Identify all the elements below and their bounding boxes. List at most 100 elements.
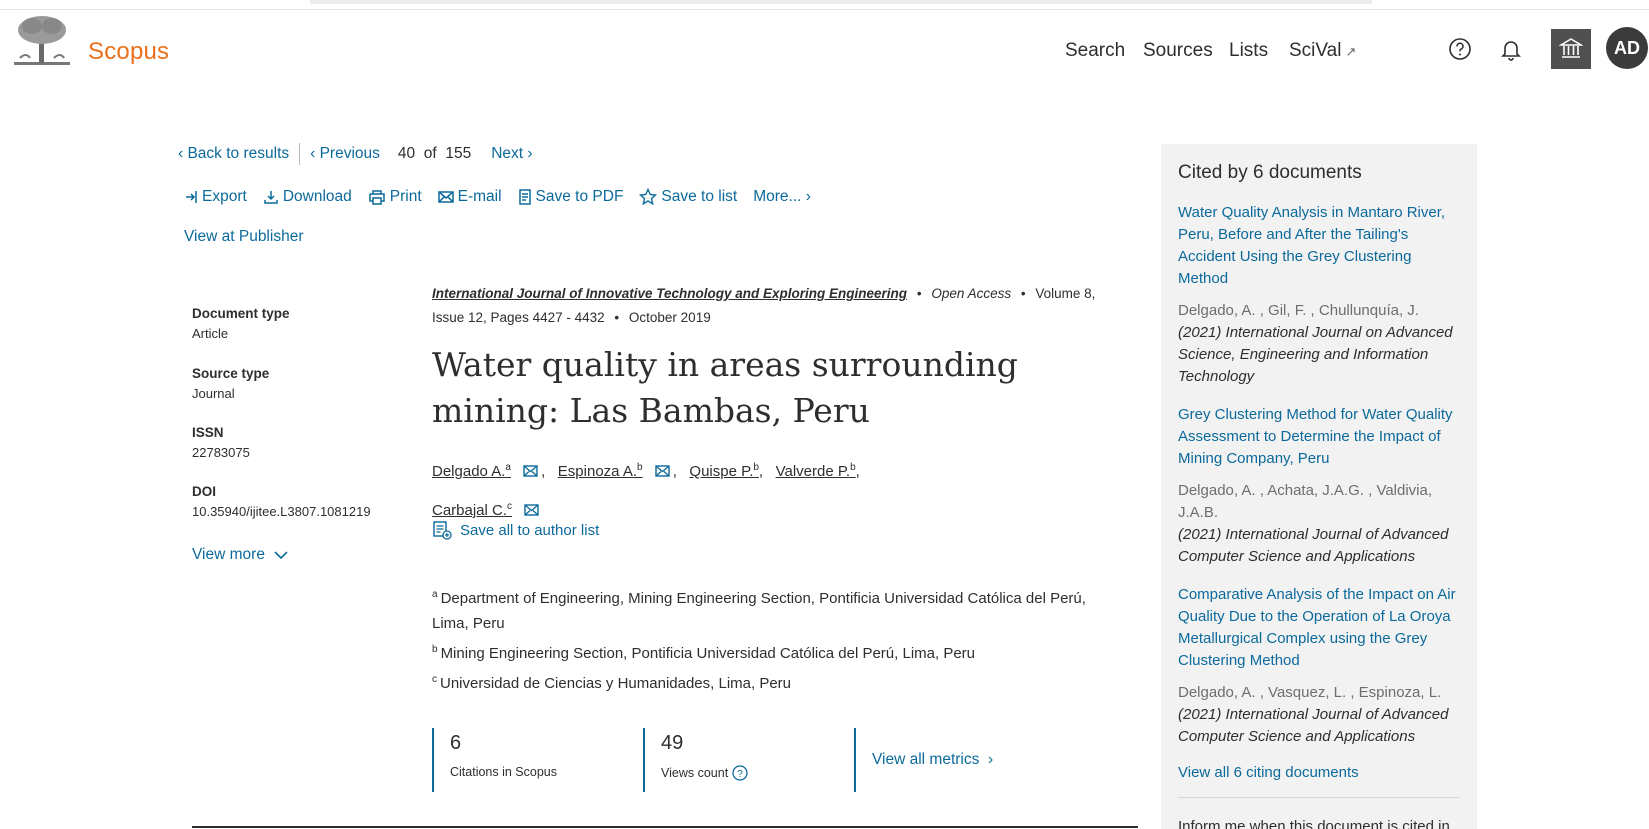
citing-document-title-link[interactable]: Water Quality Analysis in Mantaro River,…	[1178, 202, 1460, 290]
next-link[interactable]: Next ›	[491, 145, 532, 163]
source-type-label: Source type	[192, 366, 270, 381]
author-name: Espinoza A.	[557, 463, 638, 480]
author-name: Valverde P.	[775, 463, 851, 480]
journal-name-link[interactable]: International Journal of Innovative Tech…	[432, 286, 907, 301]
mail-icon[interactable]	[523, 464, 538, 477]
citing-document-source: (2021) International Journal on Advanced…	[1178, 324, 1453, 385]
nav-lists[interactable]: Lists	[1229, 40, 1268, 62]
save-all-to-author-list-button[interactable]: Save all to author list	[432, 520, 599, 540]
save-all-to-author-list-label: Save all to author list	[460, 521, 600, 539]
author-link[interactable]: Espinoza A.b	[557, 462, 643, 480]
citing-document-authors: Delgado, A. , Vasquez, L. , Espinoza, L.	[1178, 684, 1442, 701]
save-to-list-button[interactable]: Save to list	[639, 188, 737, 206]
affiliation-marker: c	[432, 674, 437, 685]
chevron-right-icon: ›	[979, 751, 994, 768]
star-icon	[639, 188, 658, 206]
institution-button[interactable]	[1551, 29, 1591, 69]
source-type: Source type Journal	[192, 366, 269, 401]
divider	[299, 143, 301, 165]
author-affiliation-marker: a	[505, 462, 511, 473]
views-metric: 49 Views count ?	[643, 728, 855, 792]
export-button[interactable]: Export	[184, 188, 247, 206]
citations-metric: 6 Citations in Scopus	[432, 728, 644, 792]
citing-document: Comparative Analysis of the Impact on Ai…	[1178, 584, 1460, 748]
document-type-label: Document type	[192, 306, 290, 321]
author-link[interactable]: Carbajal C.c	[432, 501, 513, 519]
user-avatar[interactable]: AD	[1606, 27, 1648, 69]
email-label: E-mail	[457, 188, 502, 205]
email-button[interactable]: E-mail	[437, 188, 502, 206]
email-icon	[437, 191, 454, 203]
download-button[interactable]: Download	[263, 188, 352, 206]
affiliation-text: Mining Engineering Section, Pontificia U…	[440, 645, 976, 662]
export-icon	[186, 191, 197, 203]
document-toolbar: Export Download Print E-mail Save to PDF…	[184, 188, 827, 206]
previous-link[interactable]: ‹ Previous	[310, 145, 380, 163]
next-label: Next	[491, 145, 524, 162]
citing-document-source: (2021) International Journal of Advanced…	[1178, 706, 1449, 745]
doi-value: 10.35940/ijitee.L3807.1081219	[192, 504, 371, 519]
document-type-value: Article	[192, 326, 229, 341]
author-name: Delgado A.	[432, 463, 506, 480]
author-affiliation-marker: c	[507, 501, 513, 512]
save-to-pdf-label: Save to PDF	[535, 188, 624, 205]
mail-icon[interactable]	[524, 503, 539, 516]
affiliation-text: Department of Engineering, Mining Engine…	[432, 590, 1086, 632]
citing-document-title-link[interactable]: Grey Clustering Method for Water Quality…	[1178, 404, 1460, 470]
affiliation-text: Universidad de Ciencias y Humanidades, L…	[440, 675, 792, 692]
mail-icon[interactable]	[655, 464, 670, 477]
more-label: More...	[753, 188, 802, 205]
more-button[interactable]: More... ›	[753, 188, 811, 206]
result-current: 40	[397, 145, 416, 162]
scopus-brand[interactable]: Scopus	[88, 38, 169, 66]
bell-icon[interactable]	[1498, 36, 1524, 62]
print-button[interactable]: Print	[368, 188, 422, 206]
scroll-track	[310, 0, 1372, 4]
publication-date: October 2019	[628, 310, 711, 325]
download-icon	[264, 191, 278, 204]
browser-top-strip	[0, 0, 1649, 10]
nav-sources[interactable]: Sources	[1143, 40, 1213, 62]
download-label: Download	[282, 188, 352, 205]
institution-icon	[1559, 38, 1583, 58]
view-more-label: View more	[192, 546, 265, 563]
view-all-metrics-label: View all metrics	[872, 751, 980, 768]
back-to-results-link[interactable]: ‹ Back to results	[178, 145, 289, 163]
view-all-metrics-link[interactable]: View all metrics ›	[854, 728, 993, 792]
cited-by-panel: Cited by 6 documents Water Quality Analy…	[1161, 144, 1477, 829]
previous-label: Previous	[319, 145, 380, 162]
external-link-icon: ↗	[1345, 44, 1357, 59]
open-access-label: Open Access	[931, 286, 1012, 301]
nav-scival[interactable]: SciVal ↗	[1289, 40, 1356, 62]
citing-document-title-link[interactable]: Comparative Analysis of the Impact on Ai…	[1178, 584, 1460, 672]
author-link[interactable]: Valverde P.b	[775, 462, 856, 480]
author-name: Carbajal C.	[432, 502, 508, 519]
author-link[interactable]: Quispe P.b	[689, 462, 759, 480]
result-of: of	[423, 145, 437, 162]
back-to-results-label: Back to results	[187, 145, 290, 162]
views-label: Views count	[661, 766, 729, 780]
views-count: 49	[661, 732, 684, 754]
export-label: Export	[202, 188, 247, 205]
pdf-icon	[518, 189, 531, 205]
citing-document: Grey Clustering Method for Water Quality…	[1178, 404, 1460, 568]
help-icon[interactable]	[1447, 36, 1473, 62]
print-label: Print	[389, 188, 422, 205]
view-more-button[interactable]: View more	[192, 546, 289, 564]
elsevier-tree-logo[interactable]	[14, 14, 70, 68]
save-to-pdf-button[interactable]: Save to PDF	[518, 188, 624, 206]
info-icon[interactable]: ?	[732, 765, 748, 781]
affiliation: b Mining Engineering Section, Pontificia …	[432, 637, 1122, 666]
view-all-citing-documents-link[interactable]: View all 6 citing documents	[1178, 764, 1460, 781]
view-at-publisher-link[interactable]: View at Publisher	[184, 228, 303, 246]
citations-label: Citations in Scopus	[450, 765, 558, 779]
source-type-value: Journal	[192, 386, 235, 401]
author-link[interactable]: Delgado A.a	[432, 462, 511, 480]
affiliation-marker: b	[432, 644, 438, 655]
issn-value: 22783075	[192, 445, 250, 460]
author-affiliation-marker: b	[850, 462, 856, 473]
section-divider	[192, 826, 1138, 828]
nav-scival-label: SciVal	[1289, 40, 1342, 61]
result-counter: 40 of 155	[398, 145, 471, 163]
nav-search[interactable]: Search	[1065, 40, 1125, 62]
